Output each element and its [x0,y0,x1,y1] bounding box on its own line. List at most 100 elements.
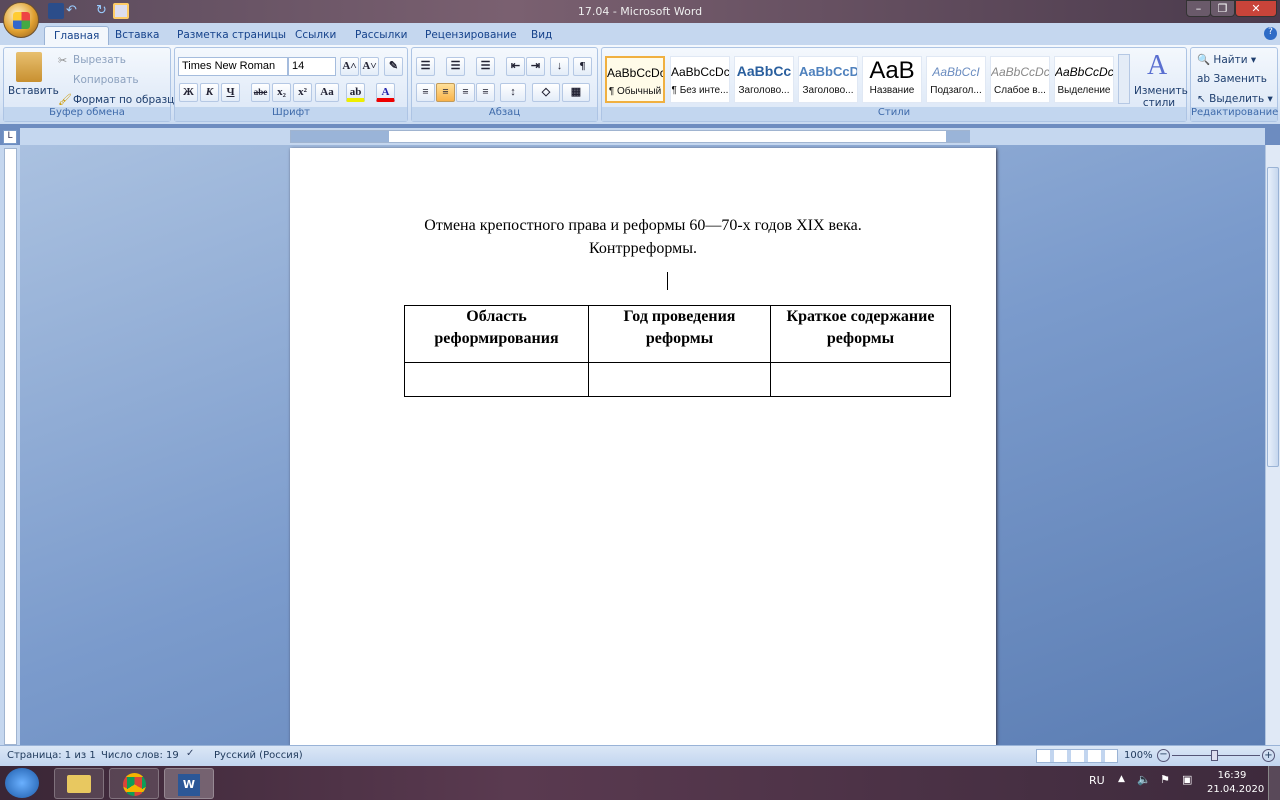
copy-button[interactable]: Копировать [73,74,139,86]
show-hidden-icons[interactable]: ▲ [1118,774,1125,784]
table-header-cell[interactable]: Область реформирования [404,305,589,363]
bullets-icon[interactable]: ☰ [416,57,435,76]
bold-button[interactable]: Ж [179,83,198,102]
word-count[interactable]: Число слов: 19 [101,750,179,761]
tab-home[interactable]: Главная [44,26,110,45]
justify-icon[interactable]: ≡ [476,83,495,102]
style-title[interactable]: AaB Название [862,56,922,103]
editing-group: 🔍 Найти ▾ ab Заменить ↖ Выделить ▾ Редак… [1190,47,1278,122]
replace-button[interactable]: ab Заменить [1197,73,1267,85]
minimize-button[interactable]: – [1186,0,1211,17]
style-no-spacing[interactable]: AaBbCcDc ¶ Без инте... [670,56,730,103]
action-center-flag-icon[interactable]: ⚑ [1160,773,1170,786]
zoom-slider-thumb[interactable] [1211,750,1218,761]
zoom-level[interactable]: 100% [1124,750,1153,761]
tab-stop-selector[interactable]: L [3,130,17,144]
align-right-icon[interactable]: ≡ [456,83,475,102]
paste-button[interactable]: Вставить [8,85,59,97]
help-icon[interactable]: ? [1264,27,1277,40]
font-name-select[interactable]: Times New Roman [178,57,288,76]
shading-icon[interactable]: ◇ [532,83,560,102]
change-styles-button[interactable]: Изменить стили [1134,85,1188,109]
styles-scroll[interactable] [1118,54,1130,104]
zoom-out-button[interactable]: − [1157,749,1170,762]
increase-indent-icon[interactable]: ⇥ [526,57,545,76]
style-normal[interactable]: AaBbCcDc ¶ Обычный [605,56,665,103]
title-bar: ↶ ↻ 17.04 - Microsoft Word – ❐ ✕ [0,0,1280,38]
view-buttons[interactable] [1036,749,1118,763]
superscript-button[interactable]: x² [293,83,312,102]
chrome-taskbar-button[interactable] [109,768,159,799]
sort-icon[interactable]: ↓ [550,57,569,76]
find-button[interactable]: 🔍 Найти ▾ [1197,53,1256,66]
style-subtle-emphasis[interactable]: AaBbCcDc Слабое в... [990,56,1050,103]
align-center-icon[interactable]: ≡ [436,83,455,102]
paste-icon [16,52,42,82]
left-margin [291,131,389,142]
document-heading: Отмена крепостного права и реформы 60—70… [290,214,996,260]
table-row [404,362,951,397]
reform-table[interactable]: Область реформирования Год проведения ре… [404,305,951,397]
show-marks-button[interactable]: ¶ [573,57,592,76]
change-case-button[interactable]: Aa [315,83,339,102]
borders-icon[interactable]: ▦ [562,83,590,102]
explorer-taskbar-button[interactable] [54,768,104,799]
language[interactable]: Русский (Россия) [214,750,303,761]
table-cell[interactable] [404,362,589,397]
page-count[interactable]: Страница: 1 из 1 [7,750,96,761]
volume-icon[interactable]: 🔈 [1137,773,1151,786]
table-header-cell[interactable]: Год проведения реформы [588,305,771,363]
text-cursor [667,272,668,290]
numbering-icon[interactable]: ☰ [446,57,465,76]
table-header-cell[interactable]: Краткое содержание реформы [770,305,951,363]
font-color-button[interactable]: A [376,83,395,102]
tab-mailings[interactable]: Рассылки [346,26,416,45]
clock[interactable]: 16:39 21.04.2020 [1207,769,1264,797]
decrease-indent-icon[interactable]: ⇤ [506,57,525,76]
tab-references[interactable]: Ссылки [286,26,345,45]
shrink-font-button[interactable]: A˅ [360,57,379,76]
close-button[interactable]: ✕ [1235,0,1277,17]
style-emphasis[interactable]: AaBbCcDc Выделение [1054,56,1114,103]
multilevel-list-icon[interactable]: ☰ [476,57,495,76]
style-preview: AaBbCc [736,63,792,79]
style-heading1[interactable]: AaBbCc Заголово... [734,56,794,103]
italic-button[interactable]: К [200,83,219,102]
word-taskbar-button[interactable]: W [164,768,214,799]
zoom-in-button[interactable]: + [1262,749,1275,762]
office-button[interactable] [3,2,39,38]
underline-button[interactable]: Ч [221,83,240,102]
align-left-icon[interactable]: ≡ [416,83,435,102]
network-icon[interactable]: ▣ [1182,773,1192,786]
subscript-button[interactable]: x₂ [272,83,291,102]
font-size-select[interactable]: 14 [288,57,336,76]
style-subtitle[interactable]: AaBbCcI Подзагол... [926,56,986,103]
input-language[interactable]: RU [1089,774,1105,787]
clear-format-button[interactable]: ✎ [384,57,403,76]
select-button[interactable]: ↖ Выделить ▾ [1197,93,1273,105]
vertical-scrollbar[interactable] [1265,145,1280,745]
scroll-thumb[interactable] [1267,167,1279,467]
format-painter-button[interactable]: Формат по образцу [73,94,181,106]
grow-font-button[interactable]: A˄ [340,57,359,76]
spellcheck-icon[interactable]: ✓ [186,748,194,759]
line-spacing-icon[interactable]: ↕ [500,83,526,102]
strikethrough-button[interactable]: abe [251,83,270,102]
style-name: ¶ Без инте... [671,85,729,96]
highlight-button[interactable]: ab [346,83,365,102]
show-desktop-button[interactable] [1268,766,1280,800]
tab-review[interactable]: Рецензирование [416,26,526,45]
document-page[interactable]: Отмена крепостного права и реформы 60—70… [290,148,996,745]
maximize-button[interactable]: ❐ [1210,0,1235,17]
table-cell[interactable] [588,362,771,397]
tab-view[interactable]: Вид [522,26,561,45]
table-cell[interactable] [770,362,951,397]
vertical-ruler[interactable] [0,145,20,745]
start-button[interactable] [5,768,39,798]
tab-page-layout[interactable]: Разметка страницы [168,26,295,45]
style-preview: AaBbCcI [932,65,980,79]
style-heading2[interactable]: AaBbCcD Заголово... [798,56,858,103]
tab-insert[interactable]: Вставка [106,26,169,45]
horizontal-ruler[interactable] [20,128,1265,145]
cut-button[interactable]: Вырезать [73,54,126,66]
